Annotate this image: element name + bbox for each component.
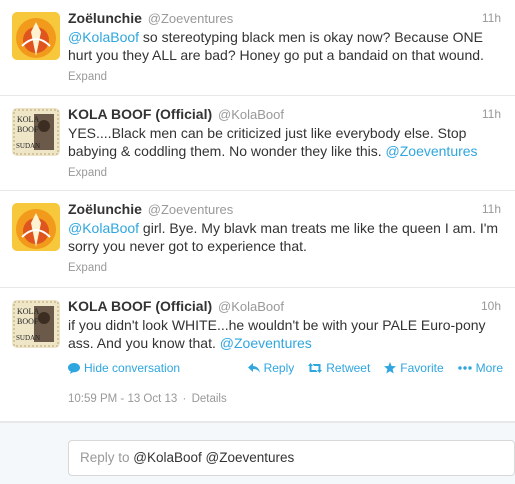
expand-link[interactable]: Expand <box>68 70 503 93</box>
tweet-timestamp[interactable]: 10:59 PM - 13 Oct 13 <box>68 393 177 405</box>
tweet-time[interactable]: 11h <box>482 105 501 123</box>
details-link[interactable]: Details <box>192 393 227 405</box>
tweet-text-line: if you didn't look WHITE...he wouldn't b… <box>68 316 503 334</box>
author-handle[interactable]: @KolaBoof <box>218 107 284 122</box>
text-span: so stereotyping black men is okay now? B… <box>139 29 483 45</box>
avatar-text: BOOF <box>17 125 39 134</box>
mention-link[interactable]: @KolaBoof <box>68 29 139 45</box>
mention-link[interactable]: @Zoeventures <box>386 143 478 159</box>
tweet[interactable]: Zoëlunchie @Zoeventures 11h @KolaBoof so… <box>0 0 515 96</box>
retweet-button[interactable]: Retweet <box>308 361 370 375</box>
author-name[interactable]: Zoëlunchie <box>68 10 142 26</box>
author-name[interactable]: Zoëlunchie <box>68 201 142 217</box>
tweet-actions: Hide conversation Reply Retweet Favorite… <box>68 360 503 376</box>
retweet-label: Retweet <box>326 361 371 375</box>
author-handle[interactable]: @KolaBoof <box>218 299 284 314</box>
tweet-time[interactable]: 10h <box>481 297 501 315</box>
favorite-label: Favorite <box>400 361 444 375</box>
mention-link[interactable]: @Zoeventures <box>220 335 312 351</box>
text-span: babying & coddling them. No wonder they … <box>68 143 386 159</box>
speech-bubble-icon <box>68 362 80 374</box>
tweet[interactable]: KOLA BOOF SUDAN KOLA BOOF (Official) @Ko… <box>0 96 515 191</box>
reply-mentions: @KolaBoof @Zoeventures <box>133 450 295 465</box>
tweet-text-line: @KolaBoof so stereotyping black men is o… <box>68 28 503 46</box>
tweet-text-line: ass. And you know that. @Zoeventures <box>68 334 503 352</box>
author-name[interactable]: KOLA BOOF (Official) <box>68 298 212 314</box>
text-span: if you didn't look WHITE...he wouldn't b… <box>68 317 486 333</box>
avatar-text: SUDAN <box>16 334 40 342</box>
more-button[interactable]: More <box>457 361 503 375</box>
hide-conversation-button[interactable]: Hide conversation <box>68 361 234 375</box>
author-name[interactable]: KOLA BOOF (Official) <box>68 106 212 122</box>
tweet-meta: 10:59 PM - 13 Oct 13 · Details <box>68 392 503 422</box>
star-icon <box>384 362 397 374</box>
tweet-text: if you didn't look WHITE...he wouldn't b… <box>68 316 503 352</box>
avatar-text: KOLA <box>17 115 39 124</box>
text-span: sorry you never got to experience that. <box>68 238 307 254</box>
reply-label: Reply <box>263 361 295 375</box>
retweet-icon <box>308 363 323 373</box>
avatar[interactable] <box>12 203 60 251</box>
text-span: ass. And you know that. <box>68 335 220 351</box>
tweet-text: @KolaBoof girl. Bye. My blavk man treats… <box>68 219 503 255</box>
author-handle[interactable]: @Zoeventures <box>148 202 233 217</box>
tweet-text-line: babying & coddling them. No wonder they … <box>68 142 503 160</box>
expand-link[interactable]: Expand <box>68 261 503 284</box>
text-span: girl. Bye. My blavk man treats me like t… <box>139 220 499 236</box>
tweet-expanded[interactable]: KOLA BOOF SUDAN KOLA BOOF (Official) @Ko… <box>0 288 515 422</box>
avatar[interactable]: KOLA BOOF SUDAN <box>12 108 60 156</box>
mention-link[interactable]: @KolaBoof <box>68 220 139 236</box>
tweet-text: YES....Black men can be criticized just … <box>68 124 503 160</box>
expand-link[interactable]: Expand <box>68 166 503 189</box>
tweet[interactable]: Zoëlunchie @Zoeventures 11h @KolaBoof gi… <box>0 191 515 288</box>
ellipsis-icon <box>457 366 472 370</box>
reply-arrow-icon <box>247 362 260 373</box>
avatar-text: KOLA <box>17 307 39 316</box>
avatar[interactable]: KOLA BOOF SUDAN <box>12 300 60 348</box>
tweet-text-line: YES....Black men can be criticized just … <box>68 124 503 142</box>
author-handle[interactable]: @Zoeventures <box>148 11 233 26</box>
tweet-text: @KolaBoof so stereotyping black men is o… <box>68 28 503 64</box>
hide-conversation-label: Hide conversation <box>84 361 181 375</box>
tweet-text-line: hurt you they ALL are bad? Honey go put … <box>68 46 503 64</box>
more-label: More <box>475 361 503 375</box>
text-span: hurt you they ALL are bad? Honey go put … <box>68 47 484 63</box>
avatar-text: SUDAN <box>16 142 40 150</box>
tweet-text-line: sorry you never got to experience that. <box>68 237 503 255</box>
reply-area: Reply to @KolaBoof @Zoeventures <box>0 422 515 484</box>
reply-button[interactable]: Reply <box>247 361 295 375</box>
tweet-time[interactable]: 11h <box>482 200 501 218</box>
favorite-button[interactable]: Favorite <box>384 361 444 375</box>
text-span: YES....Black men can be criticized just … <box>68 125 467 141</box>
avatar-text: BOOF <box>17 317 39 326</box>
tweet-text-line: @KolaBoof girl. Bye. My blavk man treats… <box>68 219 503 237</box>
reply-input[interactable]: Reply to @KolaBoof @Zoeventures <box>68 440 515 476</box>
avatar[interactable] <box>12 12 60 60</box>
reply-prefix: Reply to <box>80 450 134 465</box>
tweet-time[interactable]: 11h <box>482 9 501 27</box>
meta-separator: · <box>182 393 187 405</box>
